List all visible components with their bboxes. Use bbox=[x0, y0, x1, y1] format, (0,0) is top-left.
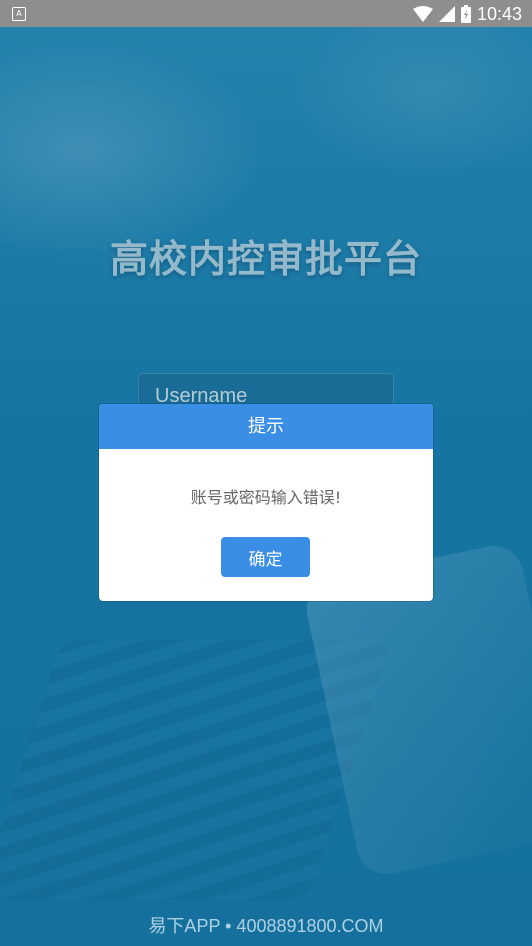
status-time: 10:43 bbox=[476, 3, 522, 24]
dialog-title: 提示 bbox=[99, 404, 433, 449]
dialog-message: 账号或密码输入错误! bbox=[190, 488, 342, 507]
signal-icon bbox=[438, 6, 455, 22]
confirm-button[interactable]: 确定 bbox=[221, 537, 310, 577]
status-bar: A 10:43 bbox=[0, 0, 532, 27]
watermark: 易下APP • 4008891800.COM bbox=[148, 916, 384, 936]
status-icons: 10:43 bbox=[412, 3, 522, 25]
alert-dialog: 提示 账号或密码输入错误! 确定 bbox=[99, 404, 433, 601]
battery-icon bbox=[460, 5, 471, 23]
wifi-icon bbox=[412, 6, 433, 22]
notification-icon: A bbox=[12, 7, 26, 21]
